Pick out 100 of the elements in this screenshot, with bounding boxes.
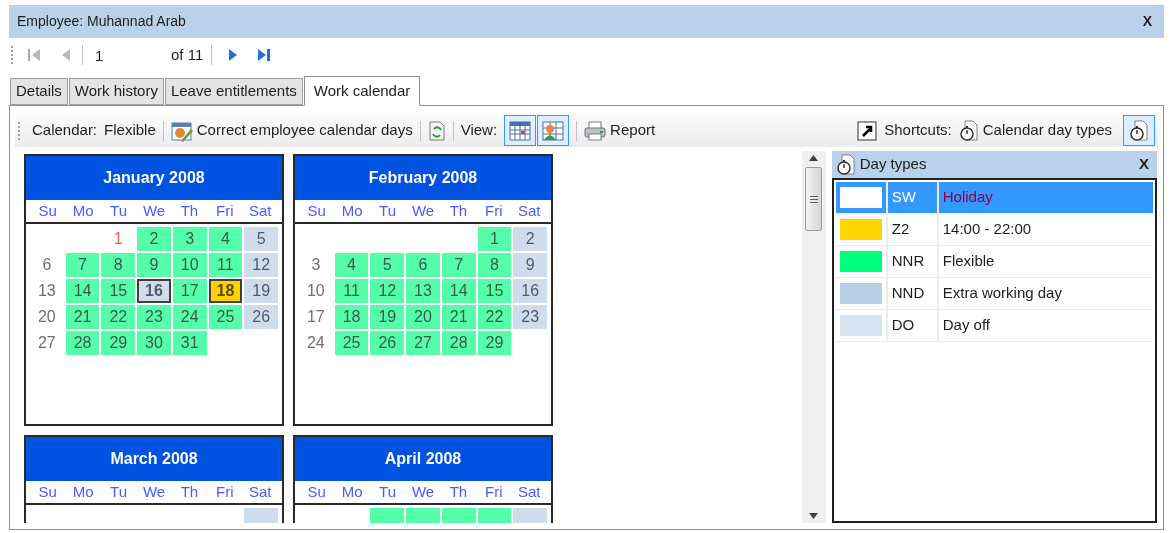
day-cell[interactable]: 19 [370,305,405,329]
day-cell[interactable]: 3 [299,253,333,277]
day-cell[interactable]: 23 [137,305,171,329]
day-cell[interactable]: 18 [334,305,369,329]
printer-icon [584,120,607,141]
day-cell[interactable]: 9 [137,253,171,277]
day-cell[interactable]: 5 [370,253,405,277]
day-cell[interactable]: 5 [244,227,278,251]
report-button[interactable]: Report [584,119,656,142]
month-title: March 2008 [26,437,282,481]
weekday-label: Fri [484,201,504,221]
close-button[interactable]: X [1135,153,1153,176]
day-cell[interactable]: 25 [208,305,243,329]
window-title: Employee: Muhannad Arab [17,12,186,31]
day-cell[interactable]: 10 [299,279,333,303]
day-cell[interactable]: 8 [477,253,512,277]
day-type-code: DO [887,310,939,341]
day-cell[interactable]: 26 [370,331,405,355]
weekday-label: We [410,201,436,221]
day-cell[interactable]: 27 [406,331,440,355]
day-cell[interactable]: 22 [101,305,136,329]
day-cell[interactable]: 28 [441,331,476,355]
day-cell[interactable]: 29 [477,331,512,355]
day-cell[interactable]: 17 [172,279,207,303]
day-type-row[interactable]: NND Extra working day [835,278,1153,310]
record-count: of 11 [171,44,204,65]
day-cell[interactable]: 12 [244,253,278,277]
day-type-row[interactable]: DO Day off [835,310,1153,342]
last-record-icon[interactable] [256,47,273,63]
tab[interactable]: Work calendar [303,76,421,106]
day-cell[interactable]: 15 [101,279,136,303]
day-cell[interactable]: 11 [208,253,243,277]
day-cell[interactable]: 10 [172,253,207,277]
day-cell[interactable]: 7 [65,253,100,277]
day-cell[interactable]: 24 [299,331,333,355]
day-cell[interactable]: 21 [441,305,476,329]
day-cell[interactable]: 14 [441,279,476,303]
scroll-up-icon[interactable] [809,155,819,161]
day-cell[interactable]: 4 [334,253,369,277]
correct-days-button[interactable]: Correct employee calendar days [170,119,413,142]
weekday-label: Fri [484,482,504,502]
scroll-down-icon[interactable] [809,513,819,519]
day-cell[interactable]: 2 [137,227,171,251]
view-button[interactable] [537,115,570,146]
refresh-icon[interactable] [427,120,446,141]
weekday-label: Mo [340,201,364,221]
day-type-row[interactable]: NNR Flexible [835,246,1153,278]
tab[interactable]: Work history [68,78,164,105]
day-cell[interactable]: 25 [334,331,369,355]
weekday-label: Tu [109,201,129,221]
day-cell[interactable]: 16 [513,279,547,303]
day-cell[interactable]: 17 [299,305,333,329]
day-cell[interactable]: 30 [137,331,171,355]
calendar-grid-icon [509,120,532,141]
day-cell[interactable]: 31 [172,331,207,355]
day-cell[interactable]: 2 [513,227,547,251]
day-cell[interactable]: 23 [513,305,547,329]
weekday-label: Su [306,201,327,221]
scrollbar[interactable] [801,151,826,523]
weekday-label: Sat [517,482,542,502]
day-cell[interactable]: 20 [406,305,440,329]
first-record-icon[interactable] [26,47,42,63]
day-cell[interactable]: 8 [101,253,136,277]
day-cell[interactable]: 7 [441,253,476,277]
day-cell[interactable]: 28 [65,331,100,355]
view-button[interactable] [504,115,537,146]
day-cell[interactable]: 12 [370,279,405,303]
day-cell[interactable]: 29 [101,331,136,355]
day-cell[interactable]: 11 [334,279,369,303]
day-cell[interactable]: 27 [30,331,64,355]
month-title: April 2008 [295,437,551,481]
day-cell[interactable]: 18 [208,279,243,303]
day-cell[interactable]: 20 [30,305,64,329]
day-type-row[interactable]: SW Holiday [835,182,1153,214]
day-cell[interactable]: 24 [172,305,207,329]
day-cell[interactable]: 21 [65,305,100,329]
calendar-day-types-link[interactable]: Calendar day types [958,119,1112,142]
day-cell[interactable]: 16 [137,279,171,303]
weekday-label: We [141,482,167,502]
day-cell[interactable]: 14 [65,279,100,303]
day-cell[interactable]: 1 [477,227,512,251]
weekday-label: Mo [340,482,364,502]
day-cell[interactable]: 22 [477,305,512,329]
tab[interactable]: Leave entitlements [164,78,303,105]
close-button[interactable]: X [1138,11,1156,32]
day-type-row[interactable]: Z2 14:00 - 22:00 [835,214,1153,246]
day-cell[interactable]: 19 [244,279,278,303]
day-cell[interactable]: 6 [30,253,64,277]
day-cell[interactable]: 13 [30,279,64,303]
day-cell[interactable]: 13 [406,279,440,303]
tab[interactable]: Details [10,78,68,105]
day-cell[interactable]: 9 [513,253,547,277]
weekday-label: Sat [517,201,542,221]
day-cell[interactable]: 4 [208,227,243,251]
day-cell[interactable]: 6 [406,253,440,277]
day-cell[interactable]: 15 [477,279,512,303]
day-types-toggle-button[interactable] [1123,115,1155,146]
day-cell[interactable]: 26 [244,305,278,329]
day-type-name: Holiday [941,187,994,208]
day-cell[interactable]: 3 [172,227,207,251]
